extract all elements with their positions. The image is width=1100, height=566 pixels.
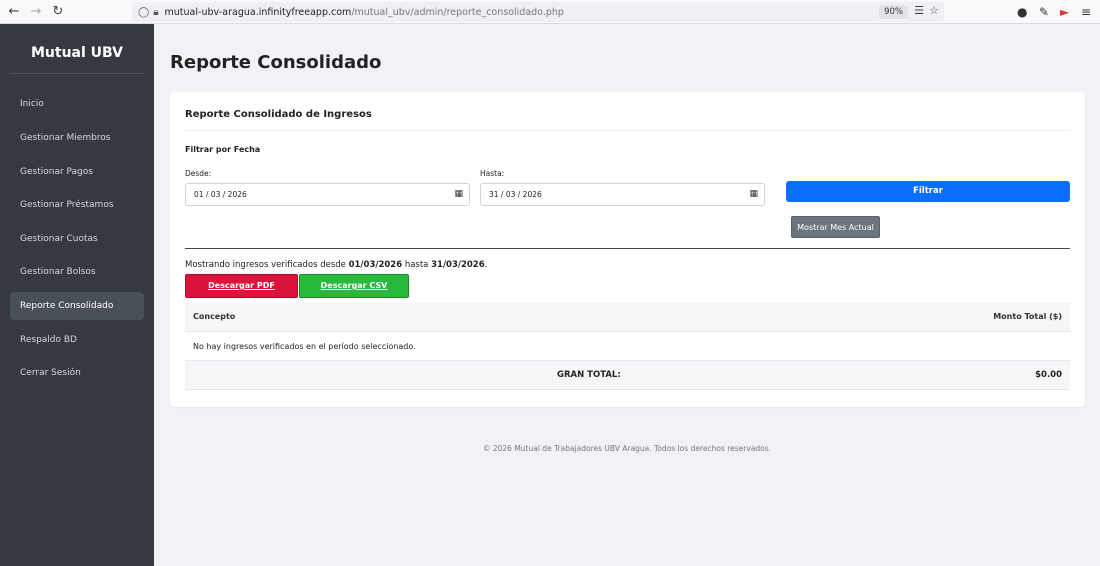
sidebar-item-reporte-consolidado[interactable]: Reporte Consolidado xyxy=(10,292,144,320)
calendar-icon[interactable]: ▦ xyxy=(454,184,463,205)
to-date-value: 31 / 03 / 2026 xyxy=(489,190,542,199)
megaphone-icon[interactable]: ► xyxy=(1060,4,1069,20)
filter-button[interactable]: Filtrar xyxy=(786,181,1070,202)
shield-icon[interactable]: ◯ xyxy=(138,7,149,18)
puzzle-icon[interactable]: ✎ xyxy=(1039,4,1049,20)
from-date-value: 01 / 03 / 2026 xyxy=(194,190,247,199)
section-divider xyxy=(185,248,1070,249)
card-title: Reporte Consolidado de Ingresos xyxy=(185,109,372,120)
to-date-label: Hasta: xyxy=(480,169,505,178)
back-arrow-icon[interactable]: ← xyxy=(3,1,25,23)
report-card: Reporte Consolidado de Ingresos Filtrar … xyxy=(170,92,1085,407)
extension-icon[interactable]: ● xyxy=(1017,4,1027,20)
zoom-level[interactable]: 90% xyxy=(879,5,908,19)
reload-icon[interactable]: ↻ xyxy=(47,1,69,23)
sidebar-item-bolsos[interactable]: Gestionar Bolsos xyxy=(10,258,144,286)
menu-icon[interactable]: ≡ xyxy=(1081,4,1091,20)
sidebar-item-cerrar-sesion[interactable]: Cerrar Sesión xyxy=(10,359,144,387)
page-title: Reporte Consolidado xyxy=(170,52,382,73)
url-text[interactable]: mutual-ubv-aragua.infinityfreeapp.com/mu… xyxy=(165,7,564,18)
sidebar-item-inicio[interactable]: Inicio xyxy=(10,90,144,118)
footer-copyright: © 2026 Mutual de Trabajadores UBV Aragua… xyxy=(482,444,772,453)
calendar-icon[interactable]: ▦ xyxy=(749,184,758,205)
from-date-label: Desde: xyxy=(185,169,212,178)
download-csv-button[interactable]: Descargar CSV (Filtrado) xyxy=(299,274,409,312)
sidebar: Mutual UBV Inicio Gestionar Miembros Ges… xyxy=(0,24,154,566)
column-header-monto: Monto Total ($) xyxy=(993,312,1062,321)
sidebar-item-respaldo-bd[interactable]: Respaldo BD xyxy=(10,326,144,354)
column-header-concepto: Concepto xyxy=(193,312,236,321)
to-date-input[interactable]: 31 / 03 / 2026 ▦ xyxy=(480,183,765,206)
filter-title: Filtrar por Fecha xyxy=(185,145,261,154)
sidebar-item-miembros[interactable]: Gestionar Miembros xyxy=(10,124,144,152)
brand-title: Mutual UBV xyxy=(31,45,123,61)
download-pdf-button[interactable]: Descargar PDF (Filtrado) xyxy=(185,274,298,312)
table-row: No hay ingresos verificados en el períod… xyxy=(185,332,1070,361)
translate-icon[interactable]: ☰ xyxy=(914,4,924,17)
address-bar[interactable]: ◯ 🔒︎ mutual-ubv-aragua.infinityfreeapp.c… xyxy=(132,2,944,22)
forward-arrow-icon[interactable]: → xyxy=(25,1,47,23)
empty-message: No hay ingresos verificados en el períod… xyxy=(193,342,416,351)
sidebar-item-pagos[interactable]: Gestionar Pagos xyxy=(10,158,144,186)
brand-divider xyxy=(10,73,144,74)
browser-toolbar: ← → ↻ ◯ 🔒︎ mutual-ubv-aragua.infinityfre… xyxy=(0,0,1100,24)
sidebar-item-cuotas[interactable]: Gestionar Cuotas xyxy=(10,225,144,253)
card-divider xyxy=(185,130,1070,131)
from-date-input[interactable]: 01 / 03 / 2026 ▦ xyxy=(185,183,470,206)
current-month-button[interactable]: Mostrar Mes Actual xyxy=(791,216,880,238)
grand-total-value: $0.00 xyxy=(1035,370,1062,380)
table-total-row: GRAN TOTAL: $0.00 xyxy=(185,361,1070,390)
grand-total-label: GRAN TOTAL: xyxy=(557,370,621,380)
table-header: Concepto Monto Total ($) xyxy=(185,303,1070,332)
lock-icon[interactable]: 🔒︎ xyxy=(153,7,158,18)
sidebar-item-prestamos[interactable]: Gestionar Préstamos xyxy=(10,191,144,219)
date-range-info: Mostrando ingresos verificados desde 01/… xyxy=(185,260,488,270)
bookmark-star-icon[interactable]: ☆ xyxy=(929,4,939,17)
